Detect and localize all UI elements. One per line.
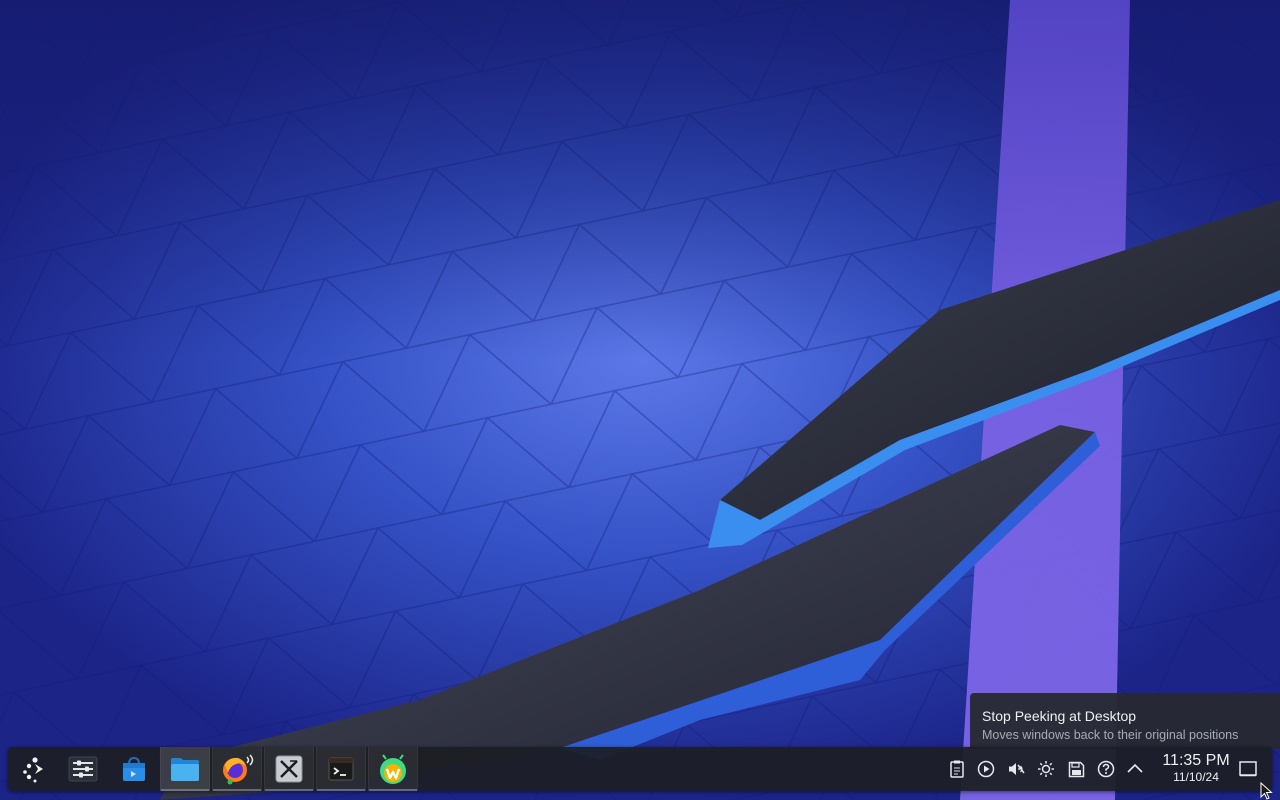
media-player-tray-button[interactable] [975, 758, 997, 780]
volume-muted-icon [1009, 763, 1025, 775]
clipboard-tray-button[interactable] [946, 758, 968, 780]
application-launcher-button[interactable] [10, 747, 60, 791]
clipboard-icon [950, 760, 964, 778]
show-desktop-icon [1239, 761, 1257, 777]
save-disk-icon [1068, 761, 1084, 777]
volume-tray-button[interactable] [1005, 758, 1027, 780]
task-system-settings[interactable] [58, 747, 108, 791]
clock-date: 11/10/24 [1173, 770, 1219, 784]
taskbar-panel: 11:35 PM 11/10/24 [8, 747, 1272, 791]
brightness-icon [1038, 761, 1054, 777]
task-terminal[interactable] [316, 747, 366, 791]
tooltip-title: Stop Peeking at Desktop [982, 708, 1137, 724]
digital-clock[interactable]: 11:35 PM 11/10/24 [1152, 751, 1240, 784]
android-w-icon [380, 754, 406, 784]
task-discover-store[interactable] [109, 747, 159, 791]
help-icon [1097, 760, 1115, 778]
task-x-app[interactable] [264, 747, 314, 791]
tooltip-subtitle: Moves windows back to their original pos… [982, 728, 1239, 742]
brightness-tray-button[interactable] [1035, 758, 1057, 780]
store-bag-icon [123, 756, 145, 781]
desktop-wallpaper [0, 0, 1280, 800]
terminal-icon [328, 757, 354, 781]
disks-tray-button[interactable] [1065, 758, 1087, 780]
sliders-icon [68, 756, 98, 782]
media-player-icon [977, 760, 995, 778]
expand-tray-button[interactable] [1124, 758, 1146, 780]
show-desktop-tooltip: Stop Peeking at Desktop Moves windows ba… [970, 693, 1280, 749]
expand-tray-icon [1127, 763, 1143, 773]
x-app-icon [275, 755, 303, 783]
mouse-pointer-icon [1260, 782, 1273, 800]
firefox-icon [223, 754, 254, 785]
peek-at-desktop-button[interactable] [1237, 758, 1259, 780]
clock-time: 11:35 PM [1162, 752, 1230, 769]
task-android-app[interactable] [368, 747, 418, 791]
task-file-manager[interactable] [160, 747, 210, 791]
application-launcher-icon [23, 757, 43, 783]
help-tray-button[interactable] [1095, 758, 1117, 780]
folder-icon [171, 758, 199, 781]
task-firefox[interactable] [212, 747, 262, 791]
